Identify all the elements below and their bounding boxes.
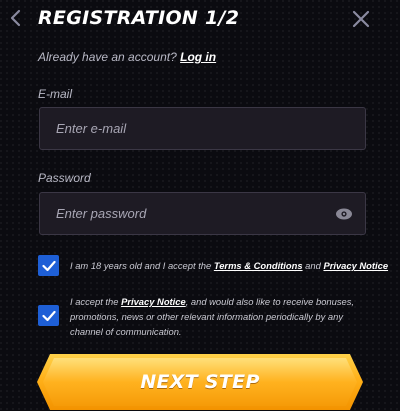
- chevron-left-icon[interactable]: [6, 8, 26, 28]
- registration-modal: REGISTRATION 1/2 Already have an account…: [0, 0, 400, 411]
- login-link[interactable]: Log in: [180, 50, 216, 64]
- close-icon[interactable]: [350, 8, 372, 30]
- password-input[interactable]: [40, 193, 365, 234]
- marketing-consent-text: I accept the Privacy Notice, and would a…: [70, 294, 360, 339]
- password-label: Password: [38, 171, 91, 185]
- eye-icon[interactable]: [335, 207, 353, 221]
- age-consent-text: I am 18 years old and I accept the Terms…: [70, 258, 388, 273]
- email-input[interactable]: [40, 108, 365, 149]
- modal-header: REGISTRATION 1/2: [0, 0, 400, 38]
- email-field-wrapper: [39, 107, 366, 150]
- age-consent-prefix: I am 18 years old and I accept the: [70, 260, 212, 271]
- terms-link[interactable]: Terms & Conditions: [214, 260, 303, 271]
- marketing-privacy-link[interactable]: Privacy Notice: [121, 296, 186, 307]
- age-consent-row: I am 18 years old and I accept the Terms…: [38, 255, 388, 276]
- email-label: E-mail: [38, 87, 73, 101]
- age-consent-checkbox[interactable]: [38, 255, 59, 276]
- marketing-consent-checkbox[interactable]: [38, 305, 59, 326]
- age-consent-middle: and: [305, 260, 321, 271]
- password-field-wrapper: [39, 192, 366, 235]
- next-step-button[interactable]: NEXT STEP: [37, 354, 363, 410]
- marketing-consent-row: I accept the Privacy Notice, and would a…: [38, 294, 360, 339]
- marketing-consent-prefix: I accept the: [70, 296, 119, 307]
- privacy-link[interactable]: Privacy Notice: [323, 260, 388, 271]
- page-title: REGISTRATION 1/2: [38, 7, 240, 29]
- login-prompt-text: Already have an account?: [38, 50, 177, 64]
- next-step-label: NEXT STEP: [140, 371, 260, 393]
- login-prompt: Already have an account? Log in: [38, 50, 216, 64]
